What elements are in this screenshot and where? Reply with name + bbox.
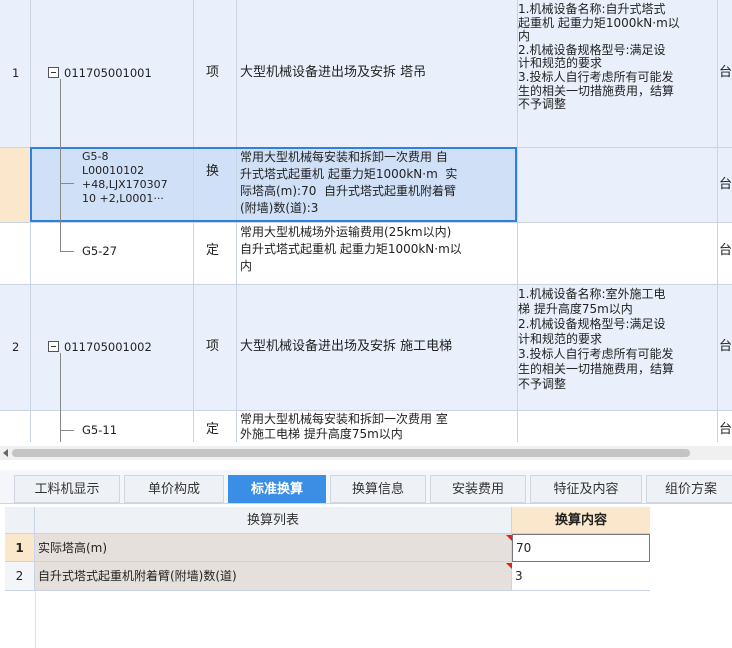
tab-conversion-info[interactable]: 换算信息	[330, 475, 426, 503]
item-unit: 台	[719, 65, 732, 80]
scroll-left-arrow-icon[interactable]	[3, 449, 8, 457]
item-name: 大型机械设备进出场及安拆 施工电梯	[240, 339, 453, 354]
item-unit: 台	[719, 339, 732, 354]
tab-material-machine[interactable]: 工料机显示	[14, 475, 120, 503]
item-feature: 1.机械设备名称:自升式塔式 起重机 起重力矩1000kN·m以 内 2.机械设…	[518, 2, 680, 112]
item-name: 大型机械设备进出场及安拆 塔吊	[240, 65, 427, 80]
scrollbar-thumb[interactable]	[12, 449, 690, 457]
item-feature: 1.机械设备名称:室外施工电 梯 提升高度75m以内 2.机械设备规格型号:满足…	[518, 287, 675, 391]
row-index: 2	[12, 340, 20, 354]
tab-features-content[interactable]: 特征及内容	[530, 475, 642, 503]
item-unit: 台	[719, 422, 732, 437]
item-unit: 台	[719, 177, 732, 192]
item-name: 常用大型机械每安装和拆卸一次费用 自 升式塔式起重机 起重力矩1000kN·m …	[240, 150, 458, 215]
item-type: 定	[206, 243, 220, 258]
item-type: 定	[206, 422, 220, 437]
row-index-cell-2	[0, 147, 30, 222]
item-name: 常用大型机械每安装和拆卸一次费用 室 外施工电梯 提升高度75m以内	[240, 412, 448, 441]
item-code: 011705001001	[64, 66, 152, 80]
row-index: 1	[5, 534, 35, 562]
header-conversion-content: 换算内容	[512, 507, 650, 534]
corner-cell	[5, 507, 35, 534]
item-type: 项	[206, 65, 220, 80]
tab-standard-conversion[interactable]: 标准换算	[228, 475, 326, 503]
conversion-name: 自升式塔式起重机附着臂(附墙)数(道)	[35, 562, 512, 591]
item-code: 011705001002	[64, 340, 152, 354]
item-code: G5-8 L00010102 +48,LJX170307 10 +2,L0001…	[82, 150, 168, 205]
item-name: 常用大型机械场外运输费用(25km以内) 自升式塔式起重机 起重力矩1000kN…	[240, 225, 462, 273]
tab-pricing-plan[interactable]: 组价方案	[646, 475, 732, 503]
horizontal-scrollbar[interactable]	[0, 446, 732, 460]
collapse-icon[interactable]	[48, 341, 59, 352]
header-conversion-list: 换算列表	[35, 507, 512, 534]
item-code: G5-11	[82, 423, 118, 437]
conversion-name: 实际塔高(m)	[35, 534, 512, 562]
row-index: 1	[12, 66, 20, 80]
item-type: 换	[206, 164, 220, 179]
item-code: G5-27	[82, 244, 118, 258]
upper-grid: 1 011705001001 项 大型机械设备进出场及安拆 塔吊 1.机械设备名…	[0, 0, 732, 442]
tab-unit-price[interactable]: 单价构成	[124, 475, 224, 503]
row-index: 2	[5, 562, 35, 591]
selected-row-feature	[517, 147, 717, 222]
attach-arm-count-input[interactable]: 3	[512, 562, 650, 591]
conversion-grid: 换算列表 换算内容 1 实际塔高(m) 70 2 自升式塔式起重机附着臂(附墙)…	[5, 507, 650, 591]
item-unit: 台	[719, 243, 732, 258]
tab-install-fee[interactable]: 安装费用	[430, 475, 526, 503]
item-type: 项	[206, 339, 220, 354]
grid-gutter	[5, 591, 36, 648]
collapse-icon[interactable]	[48, 67, 59, 78]
actual-height-input[interactable]: 70	[512, 534, 650, 562]
